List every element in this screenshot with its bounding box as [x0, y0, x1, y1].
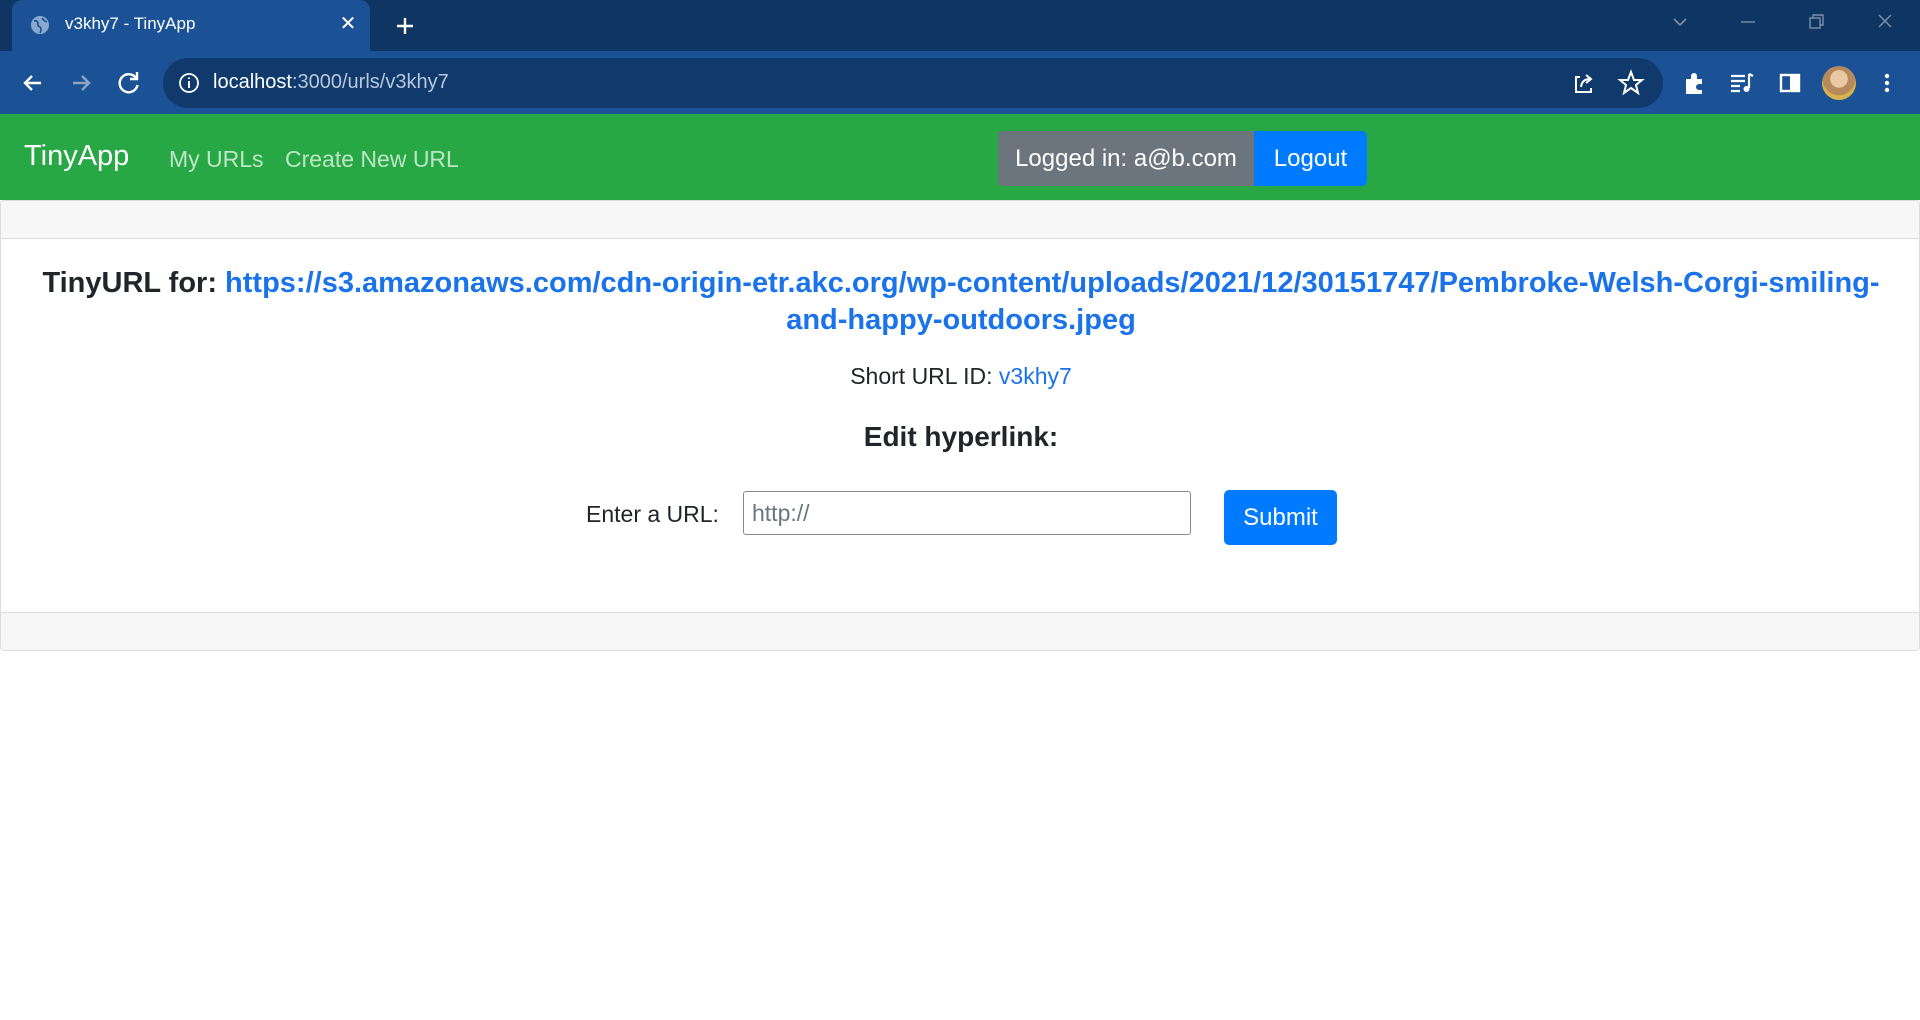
card-footer	[1, 612, 1919, 650]
address-bar[interactable]: localhost:3000/urls/v3khy7	[163, 58, 1663, 108]
address-url[interactable]: localhost:3000/urls/v3khy7	[213, 71, 449, 94]
url-input[interactable]	[743, 491, 1191, 535]
close-icon[interactable]: ✕	[336, 12, 360, 36]
logged-in-status: Logged in: a@b.com	[998, 131, 1254, 186]
tinyurl-label: TinyURL for:	[42, 267, 217, 299]
sidepanel-icon[interactable]	[1774, 67, 1806, 99]
nav-create-new-url[interactable]: Create New URL	[285, 146, 459, 173]
info-icon[interactable]	[177, 71, 201, 95]
url-label: Enter a URL:	[586, 501, 719, 527]
plus-icon[interactable]	[390, 11, 420, 41]
reload-icon[interactable]	[113, 67, 145, 99]
forward-arrow-icon[interactable]	[65, 67, 97, 99]
restore-icon[interactable]	[1801, 10, 1831, 34]
browser-titlebar: v3khy7 - TinyApp ✕	[0, 0, 1920, 51]
kebab-menu-icon[interactable]	[1871, 67, 1903, 99]
short-id-link[interactable]: v3khy7	[999, 363, 1072, 389]
media-icon[interactable]	[1726, 67, 1758, 99]
submit-button[interactable]: Submit	[1224, 490, 1337, 545]
minimize-icon[interactable]	[1733, 10, 1763, 34]
url-host: localhost	[213, 71, 292, 93]
star-icon[interactable]	[1615, 67, 1647, 99]
globe-icon	[31, 16, 49, 34]
browser-tab[interactable]: v3khy7 - TinyApp ✕	[12, 0, 370, 51]
puzzle-icon[interactable]	[1679, 67, 1711, 99]
url-card: TinyURL for: https://s3.amazonaws.com/cd…	[0, 200, 1920, 651]
long-url-link[interactable]: https://s3.amazonaws.com/cdn-origin-etr.…	[225, 267, 1880, 336]
chevron-down-icon[interactable]	[1665, 10, 1695, 34]
back-arrow-icon[interactable]	[17, 67, 49, 99]
brand-link[interactable]: TinyApp	[24, 140, 129, 173]
card-header	[1, 201, 1919, 239]
short-url-line: Short URL ID: v3khy7	[1, 363, 1919, 390]
page-content: TinyApp My URLs Create New URL Logged in…	[0, 114, 1920, 1020]
profile-avatar[interactable]	[1822, 66, 1856, 100]
nav-my-urls[interactable]: My URLs	[169, 146, 264, 173]
edit-heading: Edit hyperlink:	[863, 421, 1059, 452]
app-navbar: TinyApp My URLs Create New URL Logged in…	[0, 114, 1920, 200]
share-icon[interactable]	[1568, 67, 1600, 99]
window-close-icon[interactable]	[1870, 10, 1900, 34]
tinyurl-title: TinyURL for: https://s3.amazonaws.com/cd…	[31, 265, 1891, 339]
tab-title: v3khy7 - TinyApp	[65, 14, 196, 33]
url-path: :3000/urls/v3khy7	[291, 71, 449, 93]
logout-button[interactable]: Logout	[1254, 131, 1367, 186]
browser-toolbar: localhost:3000/urls/v3khy7	[0, 51, 1920, 114]
short-id-label: Short URL ID:	[850, 363, 993, 389]
